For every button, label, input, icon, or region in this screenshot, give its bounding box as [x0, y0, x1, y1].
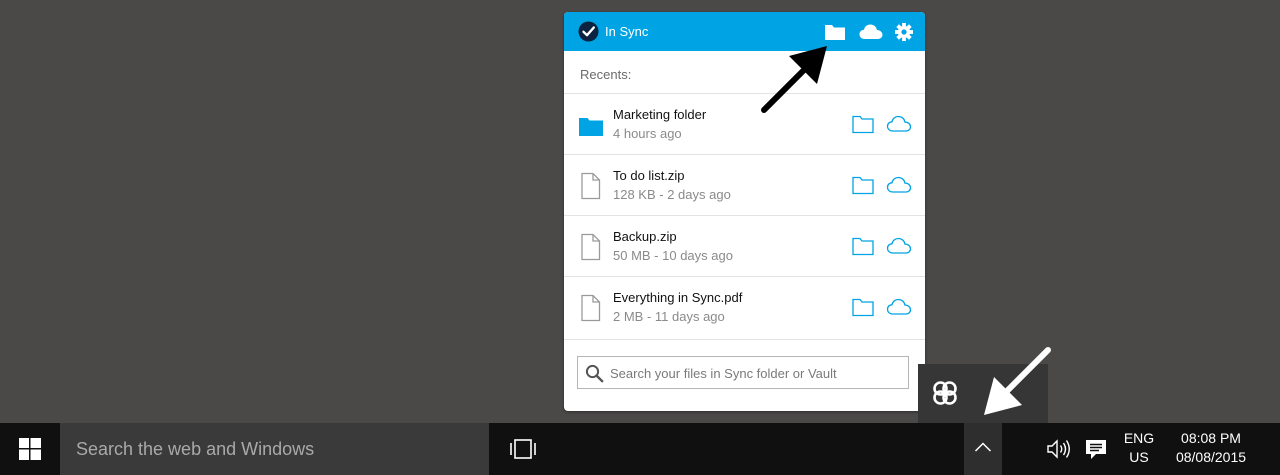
sync-status-text: In Sync [605, 24, 649, 39]
cloud-icon[interactable] [858, 21, 884, 43]
list-item[interactable]: Everything in Sync.pdf 2 MB - 11 days ag… [564, 276, 925, 337]
cloud-icon[interactable] [886, 174, 912, 196]
lang-line-1: ENG [1123, 430, 1155, 446]
tray-overflow-panel [918, 364, 1048, 423]
task-view-icon [510, 439, 536, 459]
cortana-search-box[interactable]: Search the web and Windows [60, 423, 489, 475]
show-hidden-icons-button[interactable] [964, 423, 1002, 475]
file-icon [581, 233, 601, 261]
search-input[interactable] [608, 357, 908, 390]
input-language-indicator[interactable]: ENG US [1118, 429, 1160, 467]
search-icon [585, 364, 604, 383]
gear-icon[interactable] [894, 21, 914, 43]
clock[interactable]: 08:08 PM 08/08/2015 [1166, 429, 1256, 467]
clock-date: 08/08/2015 [1175, 449, 1247, 465]
list-item[interactable]: Backup.zip 50 MB - 10 days ago [564, 215, 925, 276]
task-view-button[interactable] [496, 423, 550, 475]
list-item[interactable]: Marketing folder 4 hours ago [564, 93, 925, 154]
folder-icon[interactable] [852, 236, 874, 256]
start-button[interactable] [0, 423, 60, 475]
recents-label: Recents: [580, 67, 632, 82]
volume-icon[interactable] [1043, 435, 1073, 463]
folder-icon[interactable] [852, 175, 874, 195]
check-icon [578, 21, 599, 42]
cloud-icon[interactable] [886, 296, 912, 318]
folder-icon[interactable] [852, 297, 874, 317]
cloud-icon[interactable] [886, 235, 912, 257]
popup-header: In Sync [564, 12, 925, 51]
item-meta: 128 KB - 2 days ago [613, 187, 731, 202]
lang-line-2: US [1129, 449, 1149, 465]
item-meta: 2 MB - 11 days ago [613, 309, 725, 324]
clock-time: 08:08 PM [1181, 430, 1241, 446]
item-meta: 50 MB - 10 days ago [613, 248, 733, 263]
item-meta: 4 hours ago [613, 126, 682, 141]
folder-icon[interactable] [852, 114, 874, 134]
taskbar: Search the web and Windows ENG US 08:08 … [0, 423, 1280, 475]
sync-popup: In Sync Recents: Marketing folder 4 hour… [564, 12, 925, 411]
recent-files-list: Marketing folder 4 hours ago To do list.… [564, 93, 925, 337]
folder-icon [579, 118, 603, 136]
item-name: Backup.zip [613, 229, 677, 244]
cloud-icon[interactable] [886, 113, 912, 135]
chevron-up-icon [974, 442, 992, 452]
folder-icon[interactable] [824, 21, 846, 43]
item-name: To do list.zip [613, 168, 685, 183]
search-box[interactable] [577, 356, 909, 390]
file-icon [581, 294, 601, 322]
divider [564, 339, 925, 340]
windows-logo-icon [19, 438, 41, 460]
item-name: Everything in Sync.pdf [613, 290, 743, 305]
file-icon [581, 172, 601, 200]
sync-logo-icon[interactable] [930, 378, 960, 408]
cortana-search-text: Search the web and Windows [76, 439, 315, 459]
notifications-icon[interactable] [1082, 435, 1110, 463]
list-item[interactable]: To do list.zip 128 KB - 2 days ago [564, 154, 925, 215]
item-name: Marketing folder [613, 107, 707, 122]
